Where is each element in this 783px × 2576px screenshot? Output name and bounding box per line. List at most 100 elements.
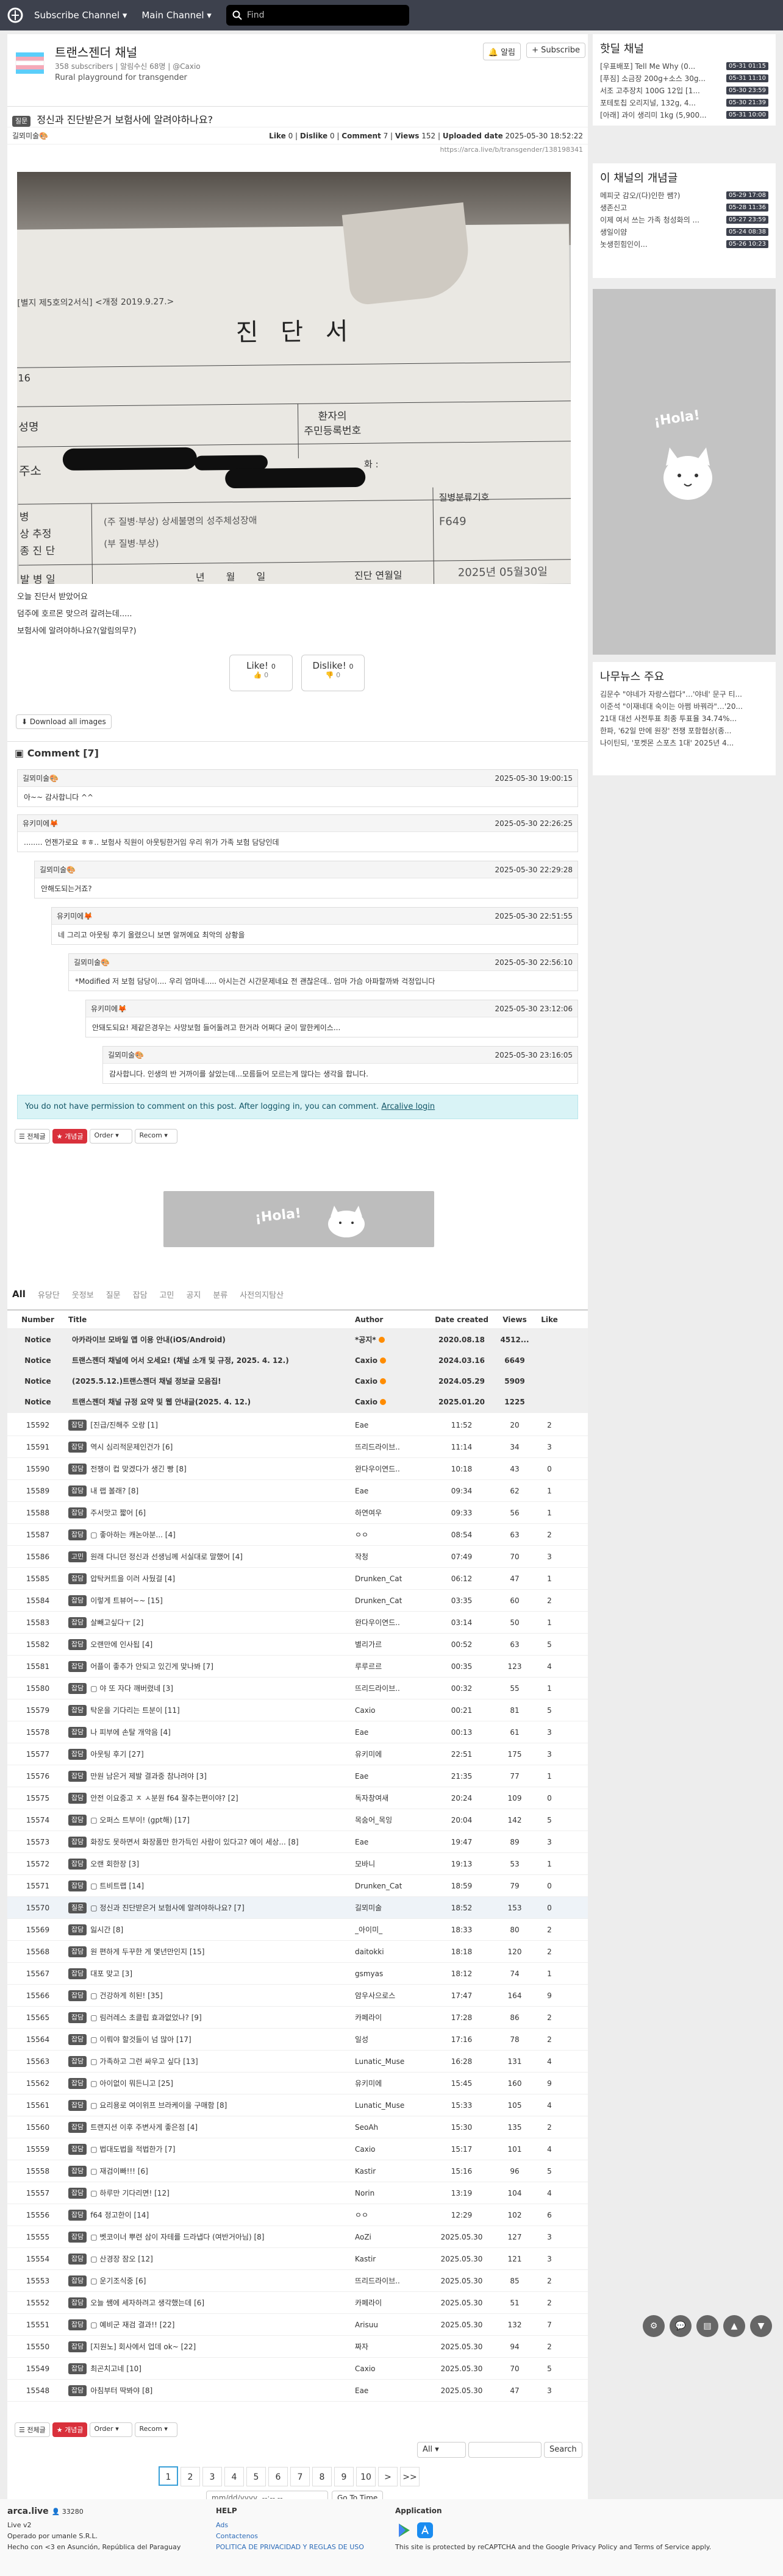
row-author[interactable]: gsmyas bbox=[355, 1969, 428, 1978]
google-play-icon[interactable] bbox=[396, 2522, 412, 2538]
sidebar-ad[interactable]: ¡Hola! bbox=[593, 289, 776, 655]
search-scope-select[interactable]: All ▾ bbox=[417, 2442, 466, 2458]
row-author[interactable]: 독자창여새 bbox=[355, 1793, 428, 1803]
news-item[interactable]: 한파, '62일 만에 원장' 전쟁 포함협상(종... bbox=[593, 724, 776, 736]
table-row[interactable]: 15580 잡담 ▢ 야 또 자다 깨버렸네 [3] 뜨리드라이브.. 00:32 55 1 bbox=[7, 1678, 588, 1699]
tab-category[interactable]: 고민 bbox=[160, 1289, 174, 1300]
row-title[interactable]: 잡담 [진급/진해주 오랑 [1] bbox=[68, 1419, 355, 1431]
row-author[interactable]: 암우사으로스 bbox=[355, 1990, 428, 2001]
recom-select[interactable]: Recom ▾ bbox=[135, 1129, 178, 1144]
row-author[interactable]: ㅇㅇ bbox=[355, 1529, 428, 1540]
scroll-down-icon[interactable]: ▼ bbox=[750, 2315, 772, 2337]
best-posts-button[interactable]: ★ 개념글 bbox=[52, 2422, 88, 2437]
row-title[interactable]: 아카라이브 모바일 앱 이용 안내(iOS/Android) bbox=[68, 1334, 355, 1345]
row-title[interactable]: 잡담 탁운을 기다리는 트분이 [11] bbox=[68, 1704, 355, 1716]
table-row[interactable]: 15557 잡담 ▢ 하루만 기다리면! [12] Norin 13:19 104 4 bbox=[7, 2182, 588, 2204]
main-channel-menu[interactable]: Main Channel ▾ bbox=[141, 10, 211, 21]
table-row[interactable]: 15558 잡담 ▢ 재검이빠!!! [6] Kastir 15:16 96 5 bbox=[7, 2160, 588, 2182]
row-title[interactable]: 잡담 ▢ 림러레스 초클립 효과없었나? [9] bbox=[68, 2012, 355, 2023]
row-title[interactable]: 잡담 어플이 좋추가 안되고 있긴게 맞나봐 [7] bbox=[68, 1660, 355, 1672]
table-row[interactable]: 15569 잡담 잃시간 [8] _아이미_ 18:33 80 2 bbox=[7, 1919, 588, 1941]
notice-row[interactable]: Notice 트랜스젠더 채널 규정 요약 및 웹 안내글(2025. 4. 12… bbox=[7, 1391, 588, 1413]
row-title[interactable]: 잡담 ▢ 하루만 기다리면! [12] bbox=[68, 2187, 355, 2199]
next-page-button[interactable]: > bbox=[378, 2467, 398, 2486]
comment-author[interactable]: 길뫼미술🎨 bbox=[23, 773, 59, 783]
hotdeal-item[interactable]: 서조 고추장치 100G 12입 [1... 05-30 23:59 bbox=[593, 84, 776, 96]
hotdeal-title[interactable]: 핫딜 채널 bbox=[593, 34, 776, 60]
post-url[interactable]: https://arca.live/b/transgender/13819834… bbox=[7, 144, 588, 156]
comment-icon[interactable]: 💬 bbox=[670, 2315, 692, 2337]
row-title[interactable]: 잡담 이렇게 트뷰어~~ [15] bbox=[68, 1595, 355, 1606]
row-title[interactable]: 잡담 ▢ 좋아하는 캐논아분... [4] bbox=[68, 1529, 355, 1540]
tab-all[interactable]: All bbox=[12, 1289, 26, 1300]
row-title[interactable]: 잡담 ▢ 운기조식중 [6] bbox=[68, 2275, 355, 2286]
page-button[interactable]: 3 bbox=[202, 2467, 222, 2486]
row-author[interactable]: Eae bbox=[355, 1421, 428, 1429]
table-row[interactable]: 15559 잡담 ▢ 법대도법을 적법한가 [7] Caxio 15:17 101 4 bbox=[7, 2138, 588, 2160]
tab-category[interactable]: 잡담 bbox=[133, 1289, 148, 1300]
row-title[interactable]: 잡담 ▢ 트비트랩 [14] bbox=[68, 1880, 355, 1891]
row-author[interactable]: 하연여우 bbox=[355, 1507, 428, 1518]
row-author[interactable]: Caxio bbox=[355, 1356, 428, 1365]
table-row[interactable]: 15572 잡담 오랜 회한장 [3] 모바니 19:13 53 1 bbox=[7, 1853, 588, 1875]
table-row[interactable]: 15585 잡담 압탁커트을 이러 사뒀걸 [4] Drunken_Cat 06:12 4… bbox=[7, 1568, 588, 1590]
row-title[interactable]: 잡담 아침부터 딱봐야 [8] bbox=[68, 2385, 355, 2396]
row-title[interactable]: 잡담 ▢ 벳코이너 뿌련 삼이 자테를 드라냅다 (여반거아님) [8] bbox=[68, 2231, 355, 2243]
concept-item[interactable]: 생일이얌 05-24 08:38 bbox=[593, 226, 776, 238]
table-row[interactable]: 15548 잡담 아침부터 딱봐야 [8] Eae 2025.05.30 47 3 bbox=[7, 2380, 588, 2402]
row-title[interactable]: 잡담 오랜 회한장 [3] bbox=[68, 1858, 355, 1870]
table-row[interactable]: 15564 잡담 ▢ 이뤄야 할것들이 넘 많아 [17] 일성 17:16 78 2 bbox=[7, 2029, 588, 2051]
news-item[interactable]: 김문수 "야네가 자랑스럽다"…'야네' 문구 티... bbox=[593, 688, 776, 700]
row-author[interactable]: 짜자 bbox=[355, 2341, 428, 2352]
table-row[interactable]: 15555 잡담 ▢ 벳코이너 뿌련 삼이 자테를 드라냅다 (여반거아님) [8]… bbox=[7, 2226, 588, 2248]
row-title[interactable]: 잡담 오늘 쌤에 세자하려고 생각했는데 [6] bbox=[68, 2297, 355, 2308]
row-title[interactable]: 고민 원래 다니던 정신과 선생님께 서실대로 말했어 [4] bbox=[68, 1551, 355, 1562]
table-row[interactable]: 15583 잡담 살빼고싶다ㅜ [2] 완다우이연드.. 03:14 50 1 bbox=[7, 1612, 588, 1634]
table-row[interactable]: 15550 잡담 [지원노] 회사에서 업데 ok~ [22] 짜자 2025.05.3… bbox=[7, 2336, 588, 2358]
tab-category[interactable]: 공지 bbox=[186, 1289, 201, 1300]
row-title[interactable]: 잡담 역시 심리적문제인건가 [6] bbox=[68, 1441, 355, 1453]
row-title[interactable]: 잡담 오랜만에 인사됩 [4] bbox=[68, 1638, 355, 1650]
app-store-icon[interactable] bbox=[417, 2522, 433, 2538]
table-row[interactable]: 15592 잡담 [진급/진해주 오랑 [1] Eae 11:52 20 2 bbox=[7, 1414, 588, 1436]
table-row[interactable]: 15576 잡담 만원 남은거 제발 결과중 참나려야 [3] Eae 21:35 77 1 bbox=[7, 1765, 588, 1787]
row-title[interactable]: 잡담 최곤치고네 [10] bbox=[68, 2363, 355, 2374]
row-title[interactable]: 질문 ▢ 정신과 진단받은거 보험사에 알려야하나요? [7] bbox=[68, 1902, 355, 1913]
news-item[interactable]: 나이틴되, '포켓몬 스포츠 1대' 2025년 4... bbox=[593, 736, 776, 749]
table-row[interactable]: 15582 잡담 오랜만에 인사됩 [4] 별리가르 00:52 63 5 bbox=[7, 1634, 588, 1656]
table-row[interactable]: 15575 잡담 안전 이요중고 ㅈ ㅅ분원 f64 잘추는편이야? [2] 독자창여… bbox=[7, 1787, 588, 1809]
row-author[interactable]: 모바니 bbox=[355, 1859, 428, 1869]
news-item[interactable]: 이준석 "이재네대 숙이는 아쩜 바꿔라"…'20... bbox=[593, 700, 776, 712]
concept-item[interactable]: 놋생힌힘인이... 05-26 10:23 bbox=[593, 238, 776, 250]
row-author[interactable]: 카페라이 bbox=[355, 2012, 428, 2023]
row-author[interactable]: Eae bbox=[355, 1487, 428, 1495]
table-row[interactable]: 15590 잡담 전쟁이 컵 맞겠다가 생긴 빵 [8] 완다우이연드.. 10:18 4… bbox=[7, 1458, 588, 1480]
table-row[interactable]: 15574 잡담 ▢ 오퍼스 트부이! (gpt해) [17] 목숨어_목잉 20:04… bbox=[7, 1809, 588, 1831]
table-row[interactable]: 15554 잡담 ▢ 산경장 잠오 [12] Kastir 2025.05.30 121 3 bbox=[7, 2248, 588, 2270]
table-row[interactable]: 15578 잡담 나 피부에 손탈 개악음 [4] Eae 00:13 61 3 bbox=[7, 1721, 588, 1743]
dislike-button[interactable]: Dislike! 0 👎 0 bbox=[301, 655, 365, 691]
ad-banner[interactable]: ¡Hola! bbox=[163, 1191, 434, 1247]
table-row[interactable]: 15567 잡담 대포 맞고 [3] gsmyas 18:12 74 1 bbox=[7, 1963, 588, 1985]
row-author[interactable]: 뜨리드라이브.. bbox=[355, 1683, 428, 1693]
alarm-button[interactable]: 🔔 알림 bbox=[482, 43, 521, 60]
table-row[interactable]: 15587 잡담 ▢ 좋아하는 캐논아분... [4] ㅇㅇ 08:54 63 2 bbox=[7, 1524, 588, 1546]
arcalive-logo-icon[interactable] bbox=[7, 7, 23, 23]
subscribe-channel-menu[interactable]: Subscribe Channel ▾ bbox=[34, 10, 127, 21]
channel-title[interactable]: 트랜스젠더 채널 bbox=[55, 43, 137, 60]
row-author[interactable]: _아이미_ bbox=[355, 1924, 428, 1935]
comment-author[interactable]: 유키미에🦊 bbox=[91, 1003, 127, 1014]
page-button[interactable]: 10 bbox=[356, 2467, 376, 2486]
row-author[interactable]: 길뫼미술 bbox=[355, 1902, 428, 1913]
row-title[interactable]: 잡담 [지원노] 회사에서 업데 ok~ [22] bbox=[68, 2341, 355, 2352]
row-title[interactable]: (2025.5.12.)트랜스젠더 채널 정보글 모음집! bbox=[68, 1376, 355, 1386]
all-posts-button[interactable]: ☰ 전체글 bbox=[15, 1129, 50, 1144]
order-select[interactable]: Order ▾ bbox=[90, 1129, 133, 1144]
row-title[interactable]: 잡담 화장도 못하면서 화장품만 한가득인 사람이 있다고? 에이 세상... [… bbox=[68, 1836, 355, 1848]
table-row[interactable]: 15551 잡담 ▢ 예비군 재검 결과!! [22] Arisuu 2025.05.3… bbox=[7, 2314, 588, 2336]
like-button[interactable]: Like! 0 👍 0 bbox=[229, 655, 293, 691]
row-title[interactable]: 잡담 아웃팅 후기 [27] bbox=[68, 1748, 355, 1760]
page-button[interactable]: 6 bbox=[268, 2467, 288, 2486]
row-title[interactable]: 잡담 트랜지션 이후 주변사게 좋은점 [4] bbox=[68, 2121, 355, 2133]
row-author[interactable]: Kastir bbox=[355, 2255, 428, 2263]
